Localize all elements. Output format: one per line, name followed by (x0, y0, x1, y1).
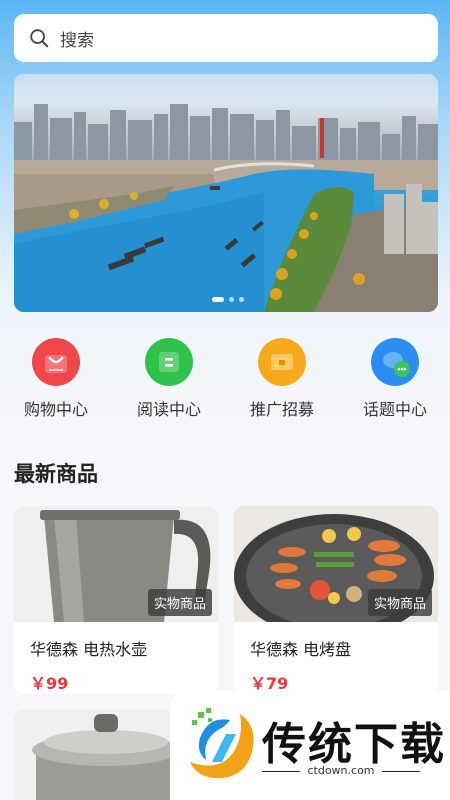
carousel-dot[interactable] (229, 297, 234, 302)
product-name: 华德森 电热水壶 (30, 640, 148, 659)
menu-label: 话题中心 (362, 400, 427, 419)
product-image: 实物商品 (14, 506, 218, 622)
watermark: 传统下载 ctdown.com (170, 690, 450, 800)
menu-label: 阅读中心 (136, 400, 201, 419)
banner-carousel[interactable] (14, 74, 438, 312)
menu-label: 推广招募 (249, 400, 314, 419)
search-icon (30, 29, 49, 48)
watermark-divider (382, 771, 420, 772)
product-tag: 实物商品 (147, 589, 212, 616)
product-card[interactable]: 实物商品 华德森 电热水壶 ￥99 (14, 506, 218, 694)
carousel-dot[interactable] (239, 297, 244, 302)
product-image: 实物商品 (234, 506, 438, 622)
promotion-icon (258, 338, 306, 386)
section-title: 最新商品 (14, 462, 98, 486)
search-placeholder: 搜索 (60, 30, 94, 51)
menu-promotion-recruit[interactable]: 推广招募 (226, 338, 338, 420)
shopping-bag-icon (32, 338, 80, 386)
menu-topic-center[interactable]: 话题中心 (339, 338, 450, 420)
search-bar[interactable]: 搜索 (14, 14, 438, 62)
reading-icon (145, 338, 193, 386)
carousel-dot[interactable] (212, 297, 224, 302)
product-tag: 实物商品 (367, 589, 432, 616)
product-name: 华德森 电烤盘 (250, 640, 352, 659)
product-card[interactable]: 实物商品 华德森 电烤盘 ￥79 (234, 506, 438, 694)
banner-image (14, 104, 438, 312)
watermark-brand: 传统下载 (262, 719, 446, 770)
topic-chat-icon (371, 338, 419, 386)
menu-reading-center[interactable]: 阅读中心 (113, 338, 225, 420)
quick-menu: 购物中心 阅读中心 推广招募 话题中心 (0, 338, 450, 428)
menu-shopping-center[interactable]: 购物中心 (0, 338, 112, 420)
watermark-logo-icon (190, 708, 254, 779)
carousel-dots (212, 297, 244, 302)
menu-label: 购物中心 (23, 400, 88, 419)
